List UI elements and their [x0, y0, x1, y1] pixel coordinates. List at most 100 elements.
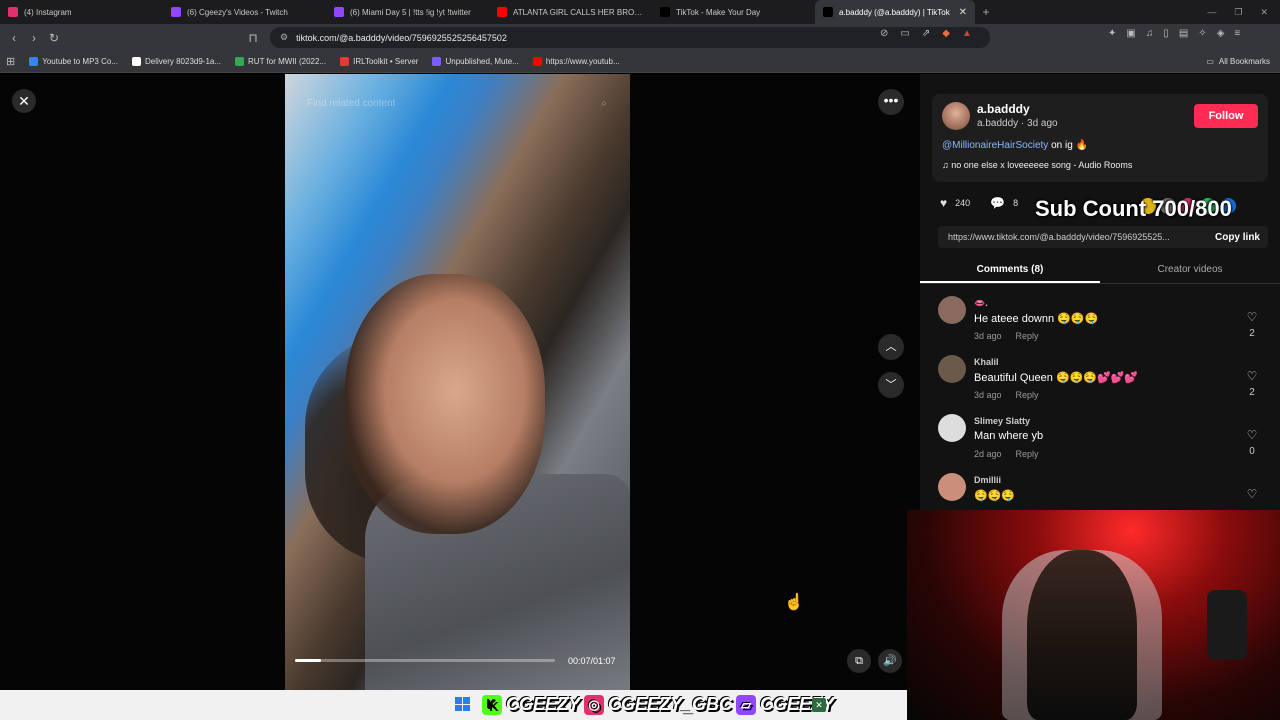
- tab-creator-videos[interactable]: Creator videos: [1100, 260, 1280, 283]
- comment-text: He ateee downn 🤤🤤🤤: [974, 313, 1099, 325]
- reply-button[interactable]: Reply: [1016, 390, 1039, 400]
- vpn-icon[interactable]: ◈: [1217, 28, 1225, 39]
- browser-tab[interactable]: ATLANTA GIRL CALLS HER BROTHER: [489, 0, 652, 24]
- media-icon[interactable]: ♫: [1146, 28, 1154, 39]
- more-options-button[interactable]: •••: [878, 89, 904, 115]
- shield-icon[interactable]: ◆: [942, 28, 950, 39]
- comment-count: 8: [1013, 198, 1019, 208]
- comment-username[interactable]: Dmillii: [974, 475, 1001, 485]
- browser-tab[interactable]: a.badddy (@a.badddy) | TikTok ✕: [815, 0, 975, 24]
- copy-link-button[interactable]: Copy link: [1215, 232, 1260, 243]
- picture-in-picture-icon[interactable]: ▭: [900, 28, 909, 39]
- reload-icon[interactable]: ↻: [44, 31, 64, 45]
- browser-tab[interactable]: (6) Miami Day 5 | !tts !ig !yt !twitter: [326, 0, 489, 24]
- browser-tab[interactable]: (4) Instagram: [0, 0, 163, 24]
- new-tab-button[interactable]: +: [975, 5, 997, 19]
- bookmark-item[interactable]: Delivery 8023d9-1a...: [131, 57, 221, 66]
- minimize-icon[interactable]: —: [1207, 7, 1216, 18]
- kick-icon: K: [482, 694, 502, 715]
- all-bookmarks-button[interactable]: ▭ All Bookmarks: [1206, 57, 1280, 66]
- close-window-icon[interactable]: ✕: [1260, 7, 1268, 18]
- reply-button[interactable]: Reply: [1016, 449, 1039, 459]
- bookmark-label: Youtube to MP3 Co...: [42, 57, 118, 66]
- wallet-icon[interactable]: ▤: [1179, 28, 1188, 39]
- related-search-bar[interactable]: Find related content ⌕: [297, 90, 617, 116]
- extensions-icon[interactable]: ✦: [1108, 28, 1116, 39]
- comment-heart-icon[interactable]: ♡: [1244, 487, 1260, 501]
- comment-heart-icon[interactable]: ♡: [1244, 369, 1260, 383]
- bookmark-item[interactable]: IRLToolkit • Server: [340, 57, 418, 66]
- tab-favicon-icon: [823, 7, 833, 17]
- comment-username[interactable]: Khalil: [974, 357, 999, 367]
- comment-heart-icon[interactable]: ♡: [1244, 428, 1260, 442]
- comment-username[interactable]: 👄.: [974, 298, 988, 309]
- back-icon[interactable]: ‹: [4, 31, 24, 45]
- bookmark-label: IRLToolkit • Server: [353, 57, 419, 66]
- comment-heart-icon[interactable]: ♡: [1244, 310, 1260, 324]
- bookmark-favicon-icon: [532, 57, 542, 66]
- bookmark-label: Unpublished, Mute...: [445, 57, 519, 66]
- tab-comments[interactable]: Comments (8): [920, 260, 1100, 283]
- heart-icon[interactable]: ♥: [940, 196, 947, 210]
- tab-close-icon[interactable]: ✕: [959, 7, 967, 18]
- comment-text: Beautiful Queen 🤤🤤🤤💕💕💕: [974, 372, 1139, 384]
- screen: (4) Instagram (6) Cgeezy's Videos - Twitc…: [0, 0, 1280, 720]
- terminal-app-icon[interactable]: ✕: [812, 698, 826, 712]
- video-progress-bar[interactable]: [295, 659, 555, 662]
- bookmark-item[interactable]: Unpublished, Mute...: [432, 57, 519, 66]
- next-video-button[interactable]: ﹀: [878, 372, 904, 398]
- comment-username[interactable]: Slimey Slatty: [974, 416, 1030, 426]
- volume-icon[interactable]: 🔊: [878, 649, 902, 673]
- comment-avatar[interactable]: [938, 414, 966, 442]
- site-info-icon[interactable]: ⚙: [280, 32, 288, 43]
- browser-tab[interactable]: (6) Cgeezy's Videos - Twitch: [163, 0, 326, 24]
- author-username[interactable]: a.badddy: [977, 102, 1030, 116]
- tab-bar: (4) Instagram (6) Cgeezy's Videos - Twitc…: [0, 0, 1280, 24]
- ai-icon[interactable]: ✧: [1198, 28, 1206, 39]
- video-player[interactable]: Find related content ⌕ 00:07/01:07: [285, 74, 630, 690]
- comment-avatar[interactable]: [938, 473, 966, 501]
- tab-label: ATLANTA GIRL CALLS HER BROTHER: [513, 7, 644, 17]
- post-caption: @MillionaireHairSociety on ig 🔥: [942, 140, 1088, 151]
- tab-label: (6) Cgeezy's Videos - Twitch: [187, 7, 288, 17]
- comment-meta: 3d ago Reply: [974, 331, 1039, 341]
- follow-button[interactable]: Follow: [1194, 104, 1258, 128]
- copy-link-row: https://www.tiktok.com/@a.badddy/video/7…: [938, 226, 1268, 248]
- video-progress-fill: [295, 659, 321, 662]
- reply-button[interactable]: Reply: [1016, 331, 1039, 341]
- comment-icon[interactable]: 💬: [990, 196, 1005, 210]
- music-link[interactable]: ♫ no one else x loveeeeee song - Audio R…: [942, 160, 1132, 170]
- alert-icon[interactable]: ▲: [962, 28, 972, 39]
- webcam-streamer: [1027, 550, 1137, 720]
- twitch-icon: ▱: [736, 694, 757, 715]
- sidebar-icon[interactable]: ▯: [1163, 28, 1169, 39]
- previous-video-button[interactable]: ︿: [878, 334, 904, 360]
- maximize-icon[interactable]: ❐: [1234, 7, 1242, 18]
- comment-age: 3d ago: [974, 331, 1002, 341]
- bookmark-item[interactable]: Youtube to MP3 Co...: [29, 57, 118, 66]
- floating-player-icon[interactable]: ⧉: [847, 649, 871, 673]
- bookmark-page-icon[interactable]: ⊓: [243, 31, 263, 45]
- bookmark-favicon-icon: [235, 57, 245, 66]
- close-video-button[interactable]: ✕: [12, 89, 36, 113]
- browser-tab[interactable]: TikTok - Make Your Day: [652, 0, 815, 24]
- reader-icon[interactable]: ▣: [1126, 28, 1135, 39]
- menu-icon[interactable]: ≡: [1234, 28, 1240, 39]
- bookmark-item[interactable]: RUT for MWII (2022...: [235, 57, 326, 66]
- bookmark-label: https://www.youtub...: [545, 57, 620, 66]
- caption-mention-link[interactable]: @MillionaireHairSociety: [942, 140, 1048, 151]
- search-icon[interactable]: ⌕: [601, 98, 607, 109]
- comment-avatar[interactable]: [938, 355, 966, 383]
- instagram-icon: ◎: [584, 694, 605, 715]
- apps-icon[interactable]: ⊞: [6, 55, 15, 68]
- video-time: 00:07/01:07: [568, 656, 616, 666]
- bookmark-item[interactable]: https://www.youtub...: [532, 57, 620, 66]
- forward-icon[interactable]: ›: [24, 31, 44, 45]
- comment-avatar[interactable]: [938, 296, 966, 324]
- windows-start-icon[interactable]: [455, 697, 470, 711]
- comment-item: Khalil Beautiful Queen 🤤🤤🤤💕💕💕 3d ago Reply ♡…: [938, 355, 1268, 407]
- url-text: tiktok.com/@a.badddy/video/7596925525256…: [296, 32, 507, 43]
- mute-tab-icon[interactable]: ⊘: [880, 28, 888, 39]
- author-avatar[interactable]: [942, 102, 970, 130]
- share-icon[interactable]: ⇗: [922, 28, 930, 39]
